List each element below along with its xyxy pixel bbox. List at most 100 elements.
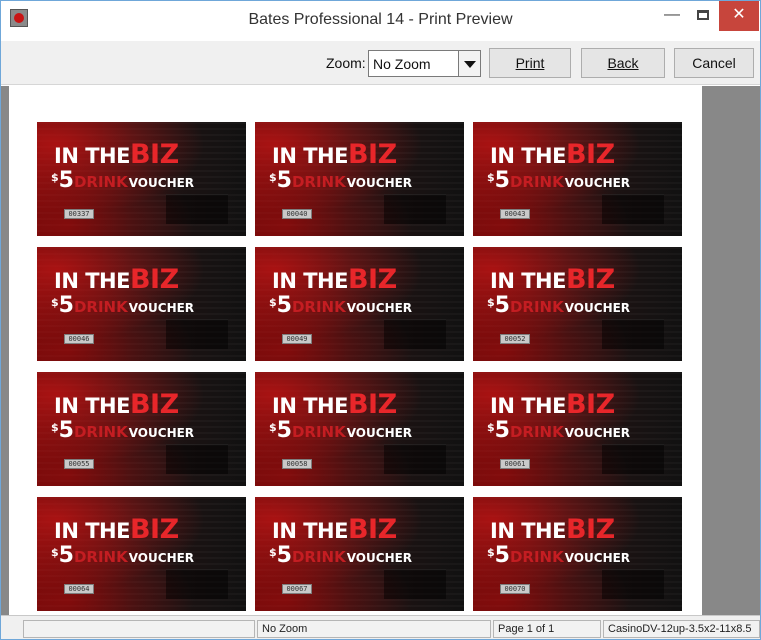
- ticket-amount: 5: [58, 168, 74, 193]
- ticket-amount: 5: [494, 543, 510, 568]
- ticket-serial: 00064: [64, 584, 94, 594]
- status-zoom: No Zoom: [257, 620, 491, 638]
- ticket-subline: $5DRINKVOUCHER: [269, 418, 412, 443]
- ticket-voucher: VOUCHER: [128, 426, 195, 440]
- ticket-subline: $5DRINKVOUCHER: [51, 418, 194, 443]
- ticket-amount: 5: [58, 293, 74, 318]
- toolbar: Zoom: No Zoom Print Back Cancel: [1, 41, 760, 85]
- ticket-biz: BIZ: [565, 389, 615, 420]
- ticket-shadow-shape: [166, 194, 228, 224]
- voucher-ticket: IN THEBIZ $5DRINKVOUCHER 00046: [37, 247, 246, 361]
- ticket-biz: BIZ: [129, 514, 179, 545]
- ticket-biz: BIZ: [347, 514, 397, 545]
- ticket-subline: $5DRINKVOUCHER: [51, 543, 194, 568]
- ticket-amount: 5: [276, 168, 292, 193]
- voucher-ticket: IN THEBIZ $5DRINKVOUCHER 00064: [37, 497, 246, 611]
- back-button[interactable]: Back: [581, 48, 665, 78]
- ticket-dollar: $: [487, 421, 495, 434]
- ticket-subline: $5DRINKVOUCHER: [487, 543, 630, 568]
- minimize-button[interactable]: —: [657, 1, 687, 31]
- ticket-voucher: VOUCHER: [346, 301, 413, 315]
- title-bar: Bates Professional 14 - Print Preview — …: [1, 1, 760, 41]
- ticket-headline: IN THEBIZ: [54, 266, 179, 293]
- ticket-drink: DRINK: [73, 298, 128, 316]
- ticket-grid: IN THEBIZ $5DRINKVOUCHER 00337 IN THEBIZ $5D…: [37, 122, 682, 611]
- status-cell-blank: [23, 620, 255, 638]
- ticket-shadow-shape: [384, 569, 446, 599]
- preview-page: IN THEBIZ $5DRINKVOUCHER 00337 IN THEBIZ $5D…: [9, 86, 702, 615]
- print-button-label: Print: [515, 55, 545, 71]
- ticket-headline: IN THEBIZ: [54, 391, 179, 418]
- ticket-voucher: VOUCHER: [346, 176, 413, 190]
- ticket-voucher: VOUCHER: [346, 551, 413, 565]
- ticket-biz: BIZ: [129, 389, 179, 420]
- ticket-drink: DRINK: [73, 173, 128, 191]
- ticket-voucher: VOUCHER: [564, 176, 631, 190]
- ticket-in-the: IN THE: [54, 144, 130, 168]
- ticket-serial: 00067: [282, 584, 312, 594]
- ticket-in-the: IN THE: [490, 519, 566, 543]
- ticket-drink: DRINK: [509, 298, 564, 316]
- ticket-voucher: VOUCHER: [128, 176, 195, 190]
- ticket-biz: BIZ: [565, 514, 615, 545]
- voucher-ticket: IN THEBIZ $5DRINKVOUCHER 00040: [255, 122, 464, 236]
- ticket-subline: $5DRINKVOUCHER: [269, 543, 412, 568]
- ticket-dollar: $: [487, 296, 495, 309]
- ticket-headline: IN THEBIZ: [272, 266, 397, 293]
- status-layout: CasinoDV-12up-3.5x2-11x8.5: [603, 620, 760, 638]
- window-title: Bates Professional 14 - Print Preview: [248, 11, 513, 28]
- ticket-serial: 00337: [64, 209, 94, 219]
- voucher-ticket: IN THEBIZ $5DRINKVOUCHER 00055: [37, 372, 246, 486]
- ticket-in-the: IN THE: [272, 144, 348, 168]
- zoom-select-value: No Zoom: [373, 56, 431, 72]
- ticket-in-the: IN THE: [490, 394, 566, 418]
- maximize-button[interactable]: [690, 1, 716, 31]
- ticket-amount: 5: [276, 293, 292, 318]
- ticket-shadow-shape: [166, 444, 228, 474]
- ticket-voucher: VOUCHER: [564, 301, 631, 315]
- ticket-amount: 5: [276, 418, 292, 443]
- ticket-in-the: IN THE: [54, 519, 130, 543]
- ticket-voucher: VOUCHER: [128, 301, 195, 315]
- ticket-serial: 00070: [500, 584, 530, 594]
- ticket-amount: 5: [494, 293, 510, 318]
- ticket-shadow-shape: [384, 444, 446, 474]
- cancel-button-label: Cancel: [692, 55, 736, 71]
- ticket-drink: DRINK: [291, 173, 346, 191]
- ticket-shadow-shape: [602, 569, 664, 599]
- close-icon: ✕: [732, 6, 746, 23]
- ticket-shadow-shape: [166, 319, 228, 349]
- ticket-amount: 5: [494, 168, 510, 193]
- ticket-headline: IN THEBIZ: [490, 391, 615, 418]
- ticket-serial: 00061: [500, 459, 530, 469]
- ticket-serial: 00052: [500, 334, 530, 344]
- print-preview-window: Bates Professional 14 - Print Preview — …: [0, 0, 761, 640]
- voucher-ticket: IN THEBIZ $5DRINKVOUCHER 00337: [37, 122, 246, 236]
- zoom-label: Zoom:: [326, 55, 366, 71]
- ticket-in-the: IN THE: [54, 269, 130, 293]
- ticket-in-the: IN THE: [490, 269, 566, 293]
- ticket-headline: IN THEBIZ: [272, 391, 397, 418]
- maximize-icon: [697, 10, 709, 20]
- ticket-drink: DRINK: [73, 548, 128, 566]
- ticket-drink: DRINK: [291, 423, 346, 441]
- ticket-dollar: $: [51, 546, 59, 559]
- ticket-shadow-shape: [602, 194, 664, 224]
- ticket-biz: BIZ: [347, 264, 397, 295]
- ticket-biz: BIZ: [129, 264, 179, 295]
- ticket-amount: 5: [58, 543, 74, 568]
- ticket-biz: BIZ: [565, 139, 615, 170]
- ticket-amount: 5: [494, 418, 510, 443]
- ticket-in-the: IN THE: [490, 144, 566, 168]
- close-button[interactable]: ✕: [719, 1, 759, 31]
- zoom-select[interactable]: No Zoom: [368, 50, 481, 77]
- ticket-headline: IN THEBIZ: [272, 516, 397, 543]
- ticket-dollar: $: [269, 171, 277, 184]
- ticket-headline: IN THEBIZ: [490, 266, 615, 293]
- voucher-ticket: IN THEBIZ $5DRINKVOUCHER 00067: [255, 497, 464, 611]
- print-button[interactable]: Print: [489, 48, 571, 78]
- cancel-button[interactable]: Cancel: [674, 48, 754, 78]
- ticket-voucher: VOUCHER: [346, 426, 413, 440]
- chevron-down-icon[interactable]: [458, 51, 480, 76]
- preview-area[interactable]: IN THEBIZ $5DRINKVOUCHER 00337 IN THEBIZ $5D…: [1, 86, 760, 615]
